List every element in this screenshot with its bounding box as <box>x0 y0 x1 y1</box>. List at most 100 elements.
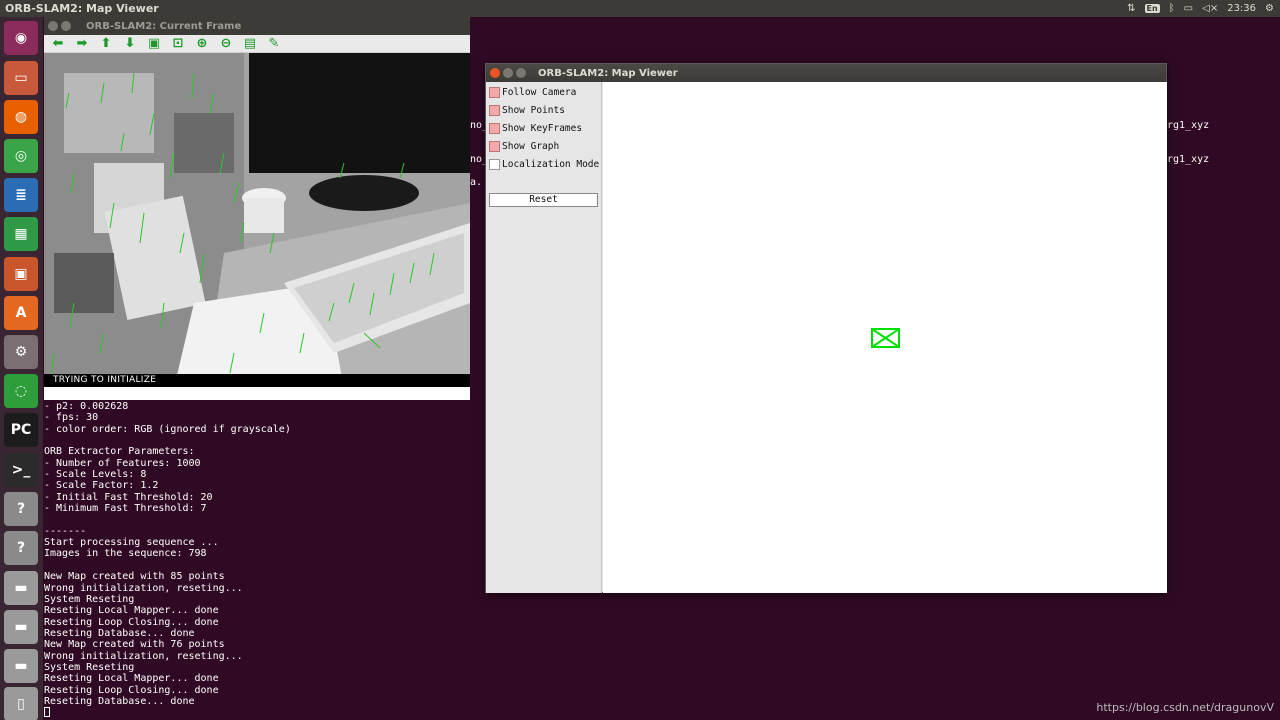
active-window-title: ORB-SLAM2: Map Viewer <box>5 2 159 15</box>
clock[interactable]: 23:36 <box>1227 3 1256 14</box>
terminal-fragment: rg1_xyz <box>1167 154 1210 165</box>
trash-icon[interactable]: ▯ <box>4 687 38 720</box>
image-toolbar: ⬅ ➡ ⬆ ⬇ ▣ ⊡ ⊕ ⊖ ▤ ✎ <box>44 35 470 53</box>
network-icon[interactable]: ⇅ <box>1127 3 1135 14</box>
terminal-line: Reseting Database... done <box>44 627 195 639</box>
keyboard-layout-indicator[interactable]: En <box>1144 4 1160 13</box>
terminal-line: Reseting Local Mapper... done <box>44 605 219 617</box>
current-frame-titlebar[interactable]: ORB-SLAM2: Current Frame <box>44 17 470 35</box>
save-icon[interactable]: ▤ <box>242 36 258 51</box>
checkbox[interactable] <box>489 122 500 134</box>
drive-icon[interactable]: ▬ <box>4 571 38 605</box>
pycharm-icon[interactable]: PC <box>4 413 38 447</box>
watermark: https://blog.csdn.net/dragunovV <box>1096 701 1274 714</box>
option-label: Follow Camera <box>502 86 577 98</box>
map-viewer-titlebar[interactable]: ORB-SLAM2: Map Viewer <box>486 64 1166 82</box>
terminal-line: ------- <box>44 525 87 537</box>
terminal-icon[interactable]: >_ <box>4 453 38 487</box>
drive-icon[interactable]: ▬ <box>4 610 38 644</box>
forward-arrow-icon[interactable]: ➡ <box>74 36 90 51</box>
option-show-points[interactable]: Show Points <box>489 103 565 117</box>
firefox-icon[interactable]: ◍ <box>4 100 38 134</box>
terminal-line: Reseting Local Mapper... done <box>44 673 219 685</box>
terminal-line: Reseting Loop Closing... done <box>44 684 219 696</box>
top-panel: ORB-SLAM2: Map Viewer ⇅ En ᛒ ▭ ◁× 23:36 … <box>0 0 1280 17</box>
unknown-app-icon[interactable]: ? <box>4 492 38 526</box>
terminal-line: ORB Extractor Parameters: <box>44 446 195 458</box>
battery-icon[interactable]: ▭ <box>1184 3 1193 14</box>
status-underbar <box>44 387 470 400</box>
option-label: Show Points <box>502 104 565 116</box>
settings-icon[interactable]: ⚙ <box>4 335 38 369</box>
up-arrow-icon[interactable]: ⬆ <box>98 36 114 51</box>
terminal-line: - fps: 30 <box>44 412 99 424</box>
option-follow-camera[interactable]: Follow Camera <box>489 85 576 99</box>
camera-frame-image <box>44 53 470 388</box>
close-icon[interactable] <box>490 68 500 78</box>
checkbox[interactable] <box>489 104 500 116</box>
calc-icon[interactable]: ▦ <box>4 217 38 251</box>
brush-icon[interactable]: ✎ <box>266 36 282 51</box>
image-icon[interactable]: ▣ <box>146 36 162 51</box>
back-arrow-icon[interactable]: ⬅ <box>50 36 66 51</box>
maximize-icon[interactable] <box>516 68 526 78</box>
impress-icon[interactable]: ▣ <box>4 257 38 291</box>
zoom-in-icon[interactable]: ⊕ <box>194 36 210 51</box>
map-viewer-window[interactable]: ORB-SLAM2: Map Viewer Reset Follow Camer… <box>485 63 1167 593</box>
minimize-icon[interactable] <box>503 68 513 78</box>
terminal-line: System Reseting <box>44 661 135 673</box>
option-label: Localization Mode <box>502 158 600 170</box>
option-label: Show KeyFrames <box>502 122 583 134</box>
map-3d-view[interactable] <box>603 82 1167 593</box>
checkbox[interactable] <box>489 158 500 170</box>
viewer-options-panel: Reset Follow Camera Show Points Show KeyFr… <box>486 82 602 593</box>
current-frame-window[interactable]: ORB-SLAM2: Current Frame ⬅ ➡ ⬆ ⬇ ▣ ⊡ ⊕ ⊖ ▤ ✎ <box>44 17 470 400</box>
terminal-output: - p2: 0.002628- fps: 30- color order: RG… <box>44 401 291 719</box>
terminal-line: New Map created with 85 points <box>44 571 225 583</box>
volume-icon[interactable]: ◁× <box>1202 3 1218 14</box>
option-label: Show Graph <box>502 140 560 152</box>
option-show-keyframes[interactable]: Show KeyFrames <box>489 121 582 135</box>
terminal-line: Start processing sequence ... <box>44 537 219 549</box>
terminal-line: - p2: 0.002628 <box>44 401 129 412</box>
terminal-line: - Initial Fast Threshold: 20 <box>44 491 213 503</box>
reset-button[interactable]: Reset <box>489 193 598 207</box>
chrome-icon[interactable]: ◎ <box>4 139 38 173</box>
checkbox[interactable] <box>489 86 500 98</box>
zoom-out-icon[interactable]: ⊖ <box>218 36 234 51</box>
zoom-fit-icon[interactable]: ⊡ <box>170 36 186 51</box>
terminal-line: New Map created with 76 points <box>44 639 225 651</box>
terminal-fragment: rg1_xyz <box>1167 120 1210 131</box>
drive-icon[interactable]: ▬ <box>4 649 38 683</box>
current-camera-icon <box>871 328 900 348</box>
checkbox[interactable] <box>489 140 500 152</box>
camera-frame-picture <box>44 53 470 388</box>
update-icon[interactable]: ◌ <box>4 374 38 408</box>
terminal-fragment: a. <box>470 177 483 188</box>
writer-icon[interactable]: ≣ <box>4 178 38 212</box>
software-center-icon[interactable]: A <box>4 296 38 330</box>
system-tray: ⇅ En ᛒ ▭ ◁× 23:36 ⚙ <box>1127 3 1280 14</box>
terminal-line: - Scale Levels: 8 <box>44 469 147 481</box>
close-icon[interactable] <box>48 21 58 31</box>
power-gear-icon[interactable]: ⚙ <box>1265 3 1274 14</box>
terminal-line: - Scale Factor: 1.2 <box>44 480 159 492</box>
terminal-line: Wrong initialization, reseting... <box>44 582 243 594</box>
terminal-line: - Number of Features: 1000 <box>44 457 201 469</box>
terminal-line: Reseting Database... done <box>44 695 195 707</box>
window-title: ORB-SLAM2: Map Viewer <box>538 67 678 79</box>
option-localization-mode[interactable]: Localization Mode <box>489 157 599 171</box>
ubuntu-dash-icon[interactable]: ◉ <box>4 21 38 55</box>
window-title: ORB-SLAM2: Current Frame <box>86 20 242 32</box>
map-canvas[interactable] <box>603 82 1167 593</box>
terminal-line: - Minimum Fast Threshold: 7 <box>44 503 207 515</box>
terminal-line: System Reseting <box>44 593 135 605</box>
unknown-app-icon[interactable]: ? <box>4 531 38 565</box>
bluetooth-icon[interactable]: ᛒ <box>1169 3 1175 14</box>
minimize-icon[interactable] <box>61 21 71 31</box>
down-arrow-icon[interactable]: ⬇ <box>122 36 138 51</box>
option-show-graph[interactable]: Show Graph <box>489 139 559 153</box>
files-icon[interactable]: ▭ <box>4 61 38 95</box>
